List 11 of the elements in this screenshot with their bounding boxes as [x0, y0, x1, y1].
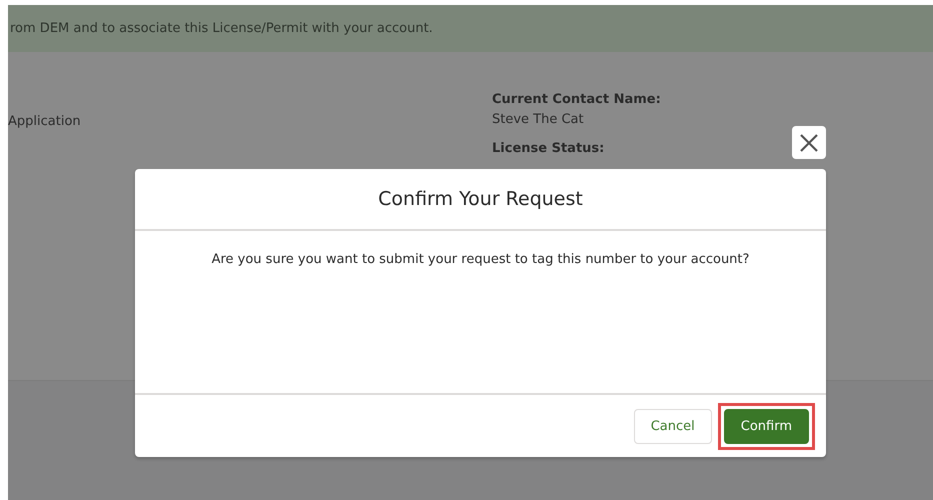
field-label: License Status: — [492, 141, 606, 156]
form-label: Application — [8, 114, 81, 129]
confirm-button[interactable]: Confirm — [724, 408, 809, 444]
modal-message: Are you sure you want to submit your request to tag this number to your account? — [212, 252, 750, 269]
field-label: Current Contact Name: — [492, 92, 661, 107]
banner-text: rom DEM and to associate this License/Permit with your account. — [8, 5, 933, 52]
field-value: Steve The Cat — [492, 112, 585, 127]
cancel-button[interactable]: Cancel — [634, 408, 712, 444]
modal-title: Confirm Your Request — [378, 188, 583, 210]
close-button[interactable] — [792, 126, 826, 159]
close-icon — [800, 134, 818, 152]
